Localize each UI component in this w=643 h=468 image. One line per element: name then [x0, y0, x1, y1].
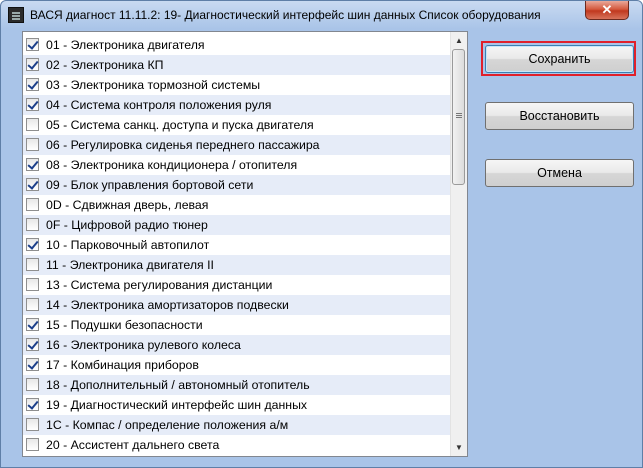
- list-item[interactable]: 15 - Подушки безопасности: [23, 315, 450, 335]
- list-item[interactable]: 18 - Дополнительный / автономный отопите…: [23, 375, 450, 395]
- item-label: 03 - Электроника тормозной системы: [46, 78, 261, 92]
- dialog-body: 01 - Электроника двигателя 02 - Электрони…: [9, 30, 636, 463]
- title-bar[interactable]: ВАСЯ диагност 11.11.2: 19- Диагностическ…: [1, 1, 642, 29]
- item-label: 10 - Парковочный автопилот: [46, 238, 210, 252]
- list-item[interactable]: 09 - Блок управления бортовой сети: [23, 175, 450, 195]
- list-item[interactable]: 0D - Сдвижная дверь, левая: [23, 195, 450, 215]
- cancel-button[interactable]: Отмена: [485, 159, 634, 187]
- list-item[interactable]: 17 - Комбинация приборов: [23, 355, 450, 375]
- item-label: 01 - Электроника двигателя: [46, 38, 205, 52]
- item-checkbox[interactable]: [26, 138, 39, 151]
- item-checkbox[interactable]: [26, 278, 39, 291]
- list-item[interactable]: 06 - Регулировка сиденья переднего пасса…: [23, 135, 450, 155]
- item-label: 19 - Диагностический интерфейс шин данны…: [46, 398, 308, 412]
- item-label: 16 - Электроника рулевого колеса: [46, 338, 241, 352]
- scroll-down-icon[interactable]: ▼: [451, 439, 467, 456]
- item-label: 13 - Система регулирования дистанции: [46, 278, 273, 292]
- item-checkbox[interactable]: [26, 418, 39, 431]
- scroll-up-icon[interactable]: ▲: [451, 32, 467, 49]
- close-button[interactable]: ✕: [585, 1, 629, 20]
- item-checkbox[interactable]: [26, 338, 39, 351]
- item-label: 14 - Электроника амортизаторов подвески: [46, 298, 289, 312]
- item-label: 0F - Цифровой радио тюнер: [46, 218, 208, 232]
- item-checkbox[interactable]: [26, 398, 39, 411]
- item-label: 04 - Система контроля положения руля: [46, 98, 272, 112]
- item-checkbox[interactable]: [26, 178, 39, 191]
- item-label: 06 - Регулировка сиденья переднего пасса…: [46, 138, 320, 152]
- grip-icon: [456, 113, 462, 114]
- list-item[interactable]: 03 - Электроника тормозной системы: [23, 75, 450, 95]
- item-checkbox[interactable]: [26, 378, 39, 391]
- list-item[interactable]: 08 - Электроника кондиционера / отопител…: [23, 155, 450, 175]
- list-item[interactable]: 1C - Компас / определение положения а/м: [23, 415, 450, 435]
- list-item[interactable]: 0F - Цифровой радио тюнер: [23, 215, 450, 235]
- window-title: ВАСЯ диагност 11.11.2: 19- Диагностическ…: [30, 8, 541, 22]
- item-checkbox[interactable]: [26, 98, 39, 111]
- app-icon: [8, 7, 24, 23]
- item-label: 18 - Дополнительный / автономный отопите…: [46, 378, 310, 392]
- list-item[interactable]: 13 - Система регулирования дистанции: [23, 275, 450, 295]
- item-checkbox[interactable]: [26, 58, 39, 71]
- save-button[interactable]: Сохранить: [485, 45, 634, 73]
- item-checkbox[interactable]: [26, 118, 39, 131]
- item-checkbox[interactable]: [26, 218, 39, 231]
- list-item[interactable]: 04 - Система контроля положения руля: [23, 95, 450, 115]
- item-checkbox[interactable]: [26, 358, 39, 371]
- item-label: 0D - Сдвижная дверь, левая: [46, 198, 209, 212]
- restore-button[interactable]: Восстановить: [485, 102, 634, 130]
- list-item[interactable]: 10 - Парковочный автопилот: [23, 235, 450, 255]
- item-label: 1C - Компас / определение положения а/м: [46, 418, 289, 432]
- item-checkbox[interactable]: [26, 258, 39, 271]
- item-label: 17 - Комбинация приборов: [46, 358, 199, 372]
- list-item[interactable]: 01 - Электроника двигателя: [23, 35, 450, 55]
- item-label: 05 - Система санкц. доступа и пуска двиг…: [46, 118, 314, 132]
- list-item[interactable]: 05 - Система санкц. доступа и пуска двиг…: [23, 115, 450, 135]
- item-label: 15 - Подушки безопасности: [46, 318, 203, 332]
- item-checkbox[interactable]: [26, 238, 39, 251]
- app-window: ВАСЯ диагност 11.11.2: 19- Диагностическ…: [0, 0, 643, 468]
- item-checkbox[interactable]: [26, 298, 39, 311]
- equipment-list: 01 - Электроника двигателя 02 - Электрони…: [22, 31, 468, 457]
- vertical-scrollbar[interactable]: ▲ ▼: [450, 32, 467, 456]
- list-item[interactable]: 02 - Электроника КП: [23, 55, 450, 75]
- item-checkbox[interactable]: [26, 38, 39, 51]
- scroll-thumb[interactable]: [452, 49, 465, 185]
- item-label: 11 - Электроника двигателя II: [46, 258, 214, 272]
- item-label: 02 - Электроника КП: [46, 58, 164, 72]
- item-checkbox[interactable]: [26, 318, 39, 331]
- item-label: 20 - Ассистент дальнего света: [46, 438, 220, 452]
- list-item[interactable]: 14 - Электроника амортизаторов подвески: [23, 295, 450, 315]
- item-label: 09 - Блок управления бортовой сети: [46, 178, 254, 192]
- list-item[interactable]: 19 - Диагностический интерфейс шин данны…: [23, 395, 450, 415]
- item-checkbox[interactable]: [26, 438, 39, 451]
- item-checkbox[interactable]: [26, 158, 39, 171]
- item-label: 08 - Электроника кондиционера / отопител…: [46, 158, 298, 172]
- item-checkbox[interactable]: [26, 198, 39, 211]
- list-item[interactable]: 16 - Электроника рулевого колеса: [23, 335, 450, 355]
- list-item[interactable]: 11 - Электроника двигателя II: [23, 255, 450, 275]
- item-checkbox[interactable]: [26, 78, 39, 91]
- list-item[interactable]: 20 - Ассистент дальнего света: [23, 435, 450, 455]
